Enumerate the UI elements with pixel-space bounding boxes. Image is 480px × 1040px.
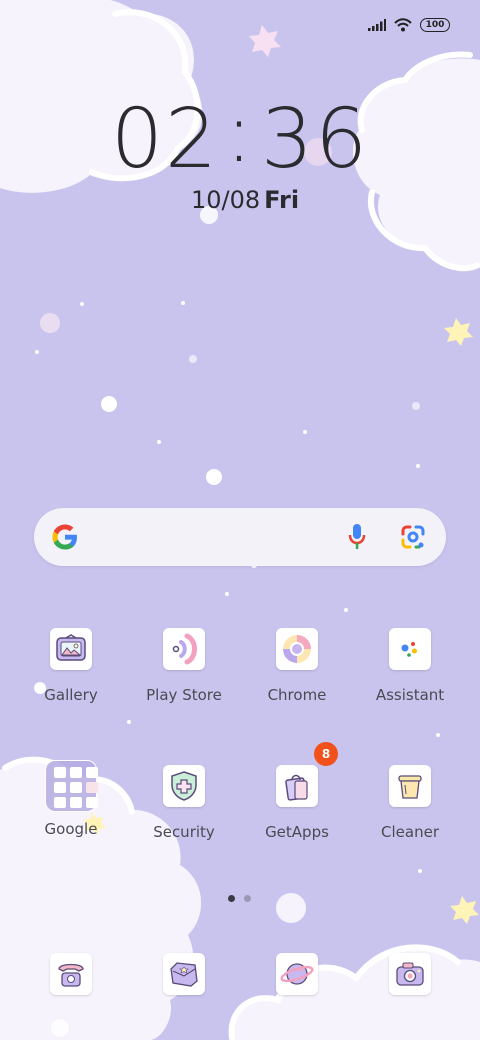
page-dot (244, 895, 251, 902)
date[interactable]: 10/08 Fri (0, 186, 480, 214)
app-label: Cleaner (381, 823, 439, 841)
phone-icon (50, 953, 92, 995)
assistant-icon (389, 628, 431, 670)
app-assistant[interactable]: Assistant (360, 628, 460, 704)
chrome-icon (276, 628, 318, 670)
app-security[interactable]: Security (134, 765, 234, 841)
status-bar: 100 (368, 18, 450, 32)
security-icon (163, 765, 205, 807)
app-label: Assistant (375, 686, 445, 704)
app-gallery[interactable]: Gallery (21, 628, 121, 704)
date-weekday: Fri (264, 186, 300, 214)
folder-icon (45, 760, 98, 812)
app-label: Chrome (267, 686, 327, 704)
dock-phone[interactable] (21, 953, 121, 995)
app-chrome[interactable]: Chrome (247, 628, 347, 704)
wifi-icon (394, 18, 412, 32)
play-store-icon (163, 628, 205, 670)
notification-badge: 8 (314, 742, 338, 766)
clock[interactable]: 02:36 (0, 86, 480, 187)
app-label: Gallery (44, 686, 98, 704)
browser-icon (276, 953, 318, 995)
app-label: GetApps (265, 823, 329, 841)
app-folder-google[interactable]: Google (21, 760, 121, 838)
gallery-icon (50, 628, 92, 670)
clock-separator: : (225, 86, 255, 181)
page-indicator[interactable] (228, 895, 251, 902)
dock-camera[interactable] (360, 953, 460, 995)
page-dot-active (228, 895, 235, 902)
app-label: Play Store (146, 686, 222, 704)
app-play-store[interactable]: Play Store (134, 628, 234, 704)
google-g-icon (52, 524, 77, 550)
app-label: Google (44, 820, 98, 838)
google-search-widget[interactable] (34, 508, 446, 566)
date-day: 10/08 (190, 186, 261, 214)
app-getapps[interactable]: GetApps (247, 765, 347, 841)
app-cleaner[interactable]: Cleaner (360, 765, 460, 841)
dock-browser[interactable] (247, 953, 347, 995)
messages-icon (163, 953, 205, 995)
getapps-icon (276, 765, 318, 807)
dock-messages[interactable] (134, 953, 234, 995)
google-lens-icon[interactable] (400, 524, 426, 550)
signal-bars-icon (368, 19, 386, 31)
clock-hours: 02 (110, 92, 220, 187)
battery-indicator: 100 (420, 18, 450, 32)
cleaner-icon (389, 765, 431, 807)
clock-minutes: 36 (260, 92, 370, 187)
app-label: Security (153, 823, 215, 841)
microphone-icon[interactable] (348, 523, 366, 551)
camera-icon (389, 953, 431, 995)
